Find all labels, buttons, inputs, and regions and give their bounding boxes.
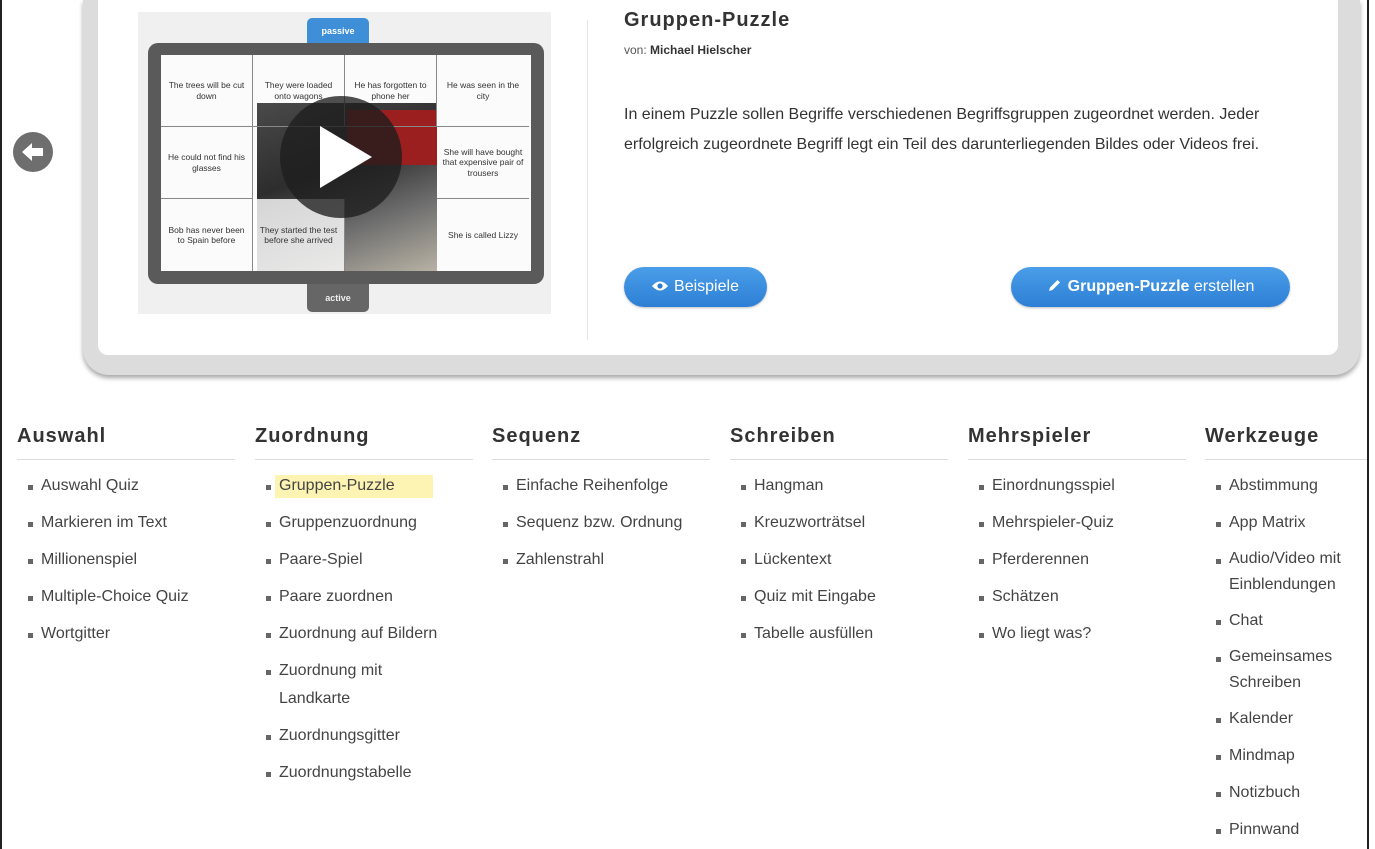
list-item[interactable]: Tabelle ausfüllen xyxy=(730,616,948,653)
category-zuordnung: Zuordnung Gruppen-Puzzle Gruppenzuordnun… xyxy=(255,425,473,792)
create-button-app-name: Gruppen-Puzzle xyxy=(1067,278,1190,295)
list-item[interactable]: Quiz mit Eingabe xyxy=(730,579,948,616)
list-item[interactable]: Wo liegt was? xyxy=(968,616,1186,653)
examples-button-label: Beispiele xyxy=(674,278,739,295)
list-item-selected[interactable]: Gruppen-Puzzle xyxy=(255,468,473,505)
category-list: Einordnungsspiel Mehrspieler-Quiz Pferde… xyxy=(968,468,1186,653)
list-item[interactable]: Zuordnung mit Landkarte xyxy=(255,653,409,718)
eye-icon xyxy=(652,279,669,295)
list-item[interactable]: Auswahl Quiz xyxy=(17,468,235,505)
pencil-icon xyxy=(1047,278,1062,296)
list-item[interactable]: Mehrspieler-Quiz xyxy=(968,505,1186,542)
list-item[interactable]: Multiple-Choice Quiz xyxy=(17,579,235,616)
app-title: Gruppen-Puzzle xyxy=(624,9,791,31)
author-prefix: von: xyxy=(624,43,647,57)
category-title: Mehrspieler xyxy=(968,425,1186,460)
category-list: Einfache Reihenfolge Sequenz bzw. Ordnun… xyxy=(492,468,710,579)
list-item[interactable]: Paare-Spiel xyxy=(255,542,473,579)
author-line: von: Michael Hielscher xyxy=(624,43,751,57)
category-title: Schreiben xyxy=(730,425,948,460)
puzzle-piece: He could not find his glasses xyxy=(161,127,253,199)
list-item[interactable]: Mindmap xyxy=(1205,738,1367,775)
list-item[interactable]: Pferderennen xyxy=(968,542,1186,579)
category-list: Auswahl Quiz Markieren im Text Millionen… xyxy=(17,468,235,653)
app-description: In einem Puzzle sollen Begriffe verschie… xyxy=(624,106,1260,153)
puzzle-piece: The trees will be cut down xyxy=(161,55,253,127)
category-title: Sequenz xyxy=(492,425,710,460)
category-title: Werkzeuge xyxy=(1205,425,1367,460)
arrow-left-icon xyxy=(22,143,43,161)
category-sequenz: Sequenz Einfache Reihenfolge Sequenz bzw… xyxy=(492,425,710,579)
puzzle-piece: He was seen in the city xyxy=(437,55,529,127)
list-item[interactable]: Einfache Reihenfolge xyxy=(492,468,710,505)
list-item-label: Gruppen-Puzzle xyxy=(275,475,433,498)
create-app-button[interactable]: Gruppen-Puzzle erstellen xyxy=(1011,267,1290,307)
category-title: Zuordnung xyxy=(255,425,473,460)
list-item[interactable]: Audio/Video mit Einblendungen xyxy=(1205,542,1367,603)
category-mehrspieler: Mehrspieler Einordnungsspiel Mehrspieler… xyxy=(968,425,1186,653)
create-button-label: erstellen xyxy=(1193,278,1255,295)
category-schreiben: Schreiben Hangman Kreuzworträtsel Lücken… xyxy=(730,425,948,653)
list-item[interactable]: Notizbuch xyxy=(1205,775,1367,812)
puzzle-piece: She is called Lizzy xyxy=(448,229,518,240)
list-item[interactable]: Kreuzworträtsel xyxy=(730,505,948,542)
window-border-right xyxy=(1367,0,1369,849)
list-item[interactable]: Chat xyxy=(1205,603,1367,640)
category-title: Auswahl xyxy=(17,425,235,460)
list-item[interactable]: Wortgitter xyxy=(17,616,235,653)
passive-tab: passive xyxy=(307,18,369,44)
puzzle-piece: Bob has never been to Spain before xyxy=(161,199,253,271)
category-list: Hangman Kreuzworträtsel Lückentext Quiz … xyxy=(730,468,948,653)
list-item[interactable]: Paare zuordnen xyxy=(255,579,473,616)
list-item[interactable]: Einordnungsspiel xyxy=(968,468,1186,505)
list-item[interactable]: Schätzen xyxy=(968,579,1186,616)
author-name: Michael Hielscher xyxy=(650,43,752,57)
list-item[interactable]: Zahlenstrahl xyxy=(492,542,710,579)
play-icon xyxy=(320,126,372,188)
category-list: Gruppen-Puzzle Gruppenzuordnung Paare-Sp… xyxy=(255,468,473,792)
category-auswahl: Auswahl Auswahl Quiz Markieren im Text M… xyxy=(17,425,235,653)
list-item[interactable]: Hangman xyxy=(730,468,948,505)
puzzle-piece: She will have bought that expensive pair… xyxy=(437,127,529,199)
list-item[interactable]: Gruppenzuordnung xyxy=(255,505,473,542)
list-item[interactable]: Kalender xyxy=(1205,701,1367,738)
list-item[interactable]: Pinnwand xyxy=(1205,812,1367,849)
previous-arrow-button[interactable] xyxy=(13,132,53,172)
list-item[interactable]: Markieren im Text xyxy=(17,505,235,542)
category-werkzeuge: Werkzeuge Abstimmung App Matrix Audio/Vi… xyxy=(1205,425,1367,849)
list-item[interactable]: Sequenz bzw. Ordnung xyxy=(492,505,710,542)
list-item[interactable]: Gemeinsames Schreiben xyxy=(1205,640,1367,701)
list-item[interactable]: Zuordnungsgitter xyxy=(255,718,473,755)
list-item[interactable]: Millionenspiel xyxy=(17,542,235,579)
list-item[interactable]: Zuordnung auf Bildern xyxy=(255,616,473,653)
active-tab: active xyxy=(307,284,369,312)
list-item[interactable]: Abstimmung xyxy=(1205,468,1367,505)
category-list: Abstimmung App Matrix Audio/Video mit Ei… xyxy=(1205,468,1367,849)
card-divider xyxy=(587,20,588,340)
examples-button[interactable]: Beispiele xyxy=(624,267,767,307)
list-item[interactable]: Zuordnungstabelle xyxy=(255,755,473,792)
list-item[interactable]: Lückentext xyxy=(730,542,948,579)
list-item[interactable]: App Matrix xyxy=(1205,505,1367,542)
window-border-left xyxy=(0,0,2,849)
